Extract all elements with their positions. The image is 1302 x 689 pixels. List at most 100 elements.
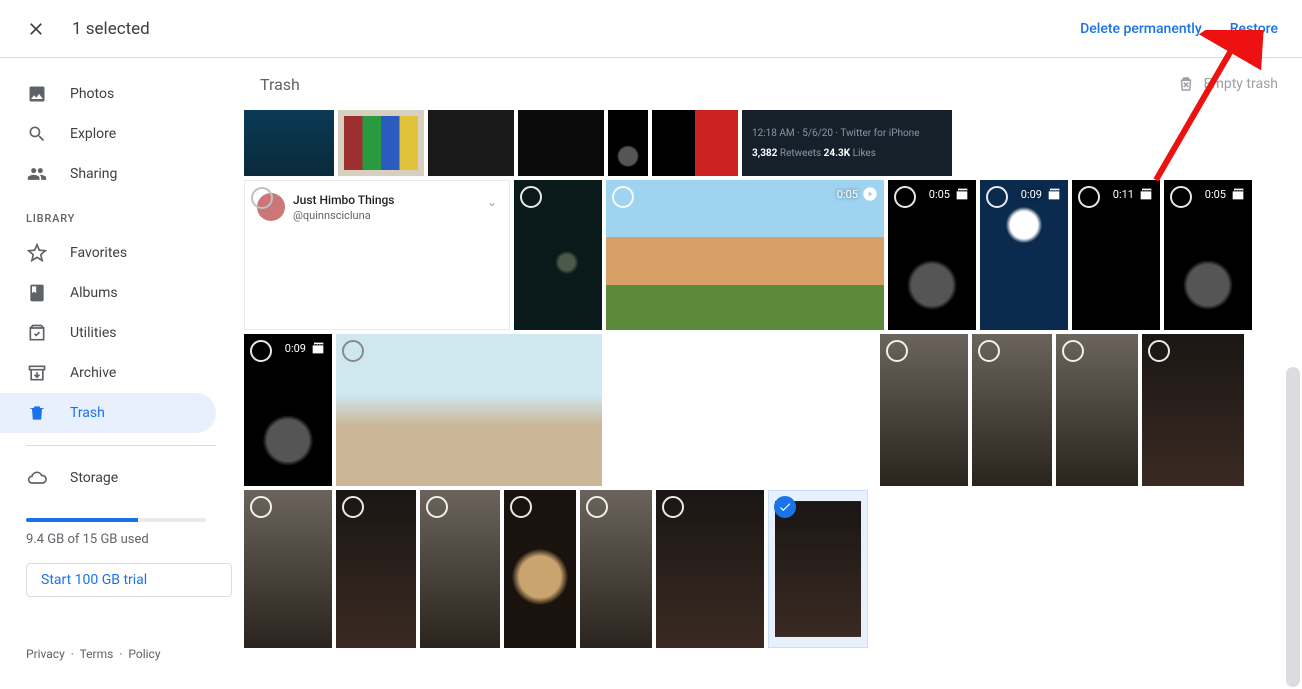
sidebar-item-label: Favorites <box>70 245 127 261</box>
tweet-meta: 12:18 AM · 5/6/20 · Twitter for iPhone <box>752 128 920 139</box>
policy-link[interactable]: Policy <box>128 647 160 661</box>
select-circle[interactable] <box>586 496 608 518</box>
chevron-down-icon: ⌄ <box>487 195 497 209</box>
photo-thumbnail[interactable] <box>608 110 648 176</box>
photo-thumbnail[interactable] <box>880 334 968 486</box>
select-circle[interactable] <box>250 496 272 518</box>
empty-trash-icon <box>1176 74 1196 94</box>
tweet-retweets-n: 3,382 <box>752 148 777 159</box>
photo-icon <box>26 83 48 105</box>
photo-thumbnail[interactable] <box>514 180 602 330</box>
video-badge: 0:05 <box>1205 186 1246 202</box>
select-circle[interactable] <box>510 496 532 518</box>
photo-thumbnail[interactable]: 0:05 <box>1164 180 1252 330</box>
sidebar-item-label: Albums <box>70 285 118 301</box>
scrollbar[interactable] <box>1286 118 1300 685</box>
sidebar-item-utilities[interactable]: Utilities <box>0 313 216 353</box>
sidebar-item-label: Archive <box>70 365 116 381</box>
select-circle[interactable] <box>978 340 1000 362</box>
select-circle[interactable] <box>894 186 916 208</box>
select-circle[interactable] <box>520 186 542 208</box>
selection-topbar: 1 selected Delete permanently Restore <box>0 0 1302 58</box>
search-icon <box>26 123 48 145</box>
select-circle[interactable] <box>1062 340 1084 362</box>
sidebar: Photos Explore Sharing LIBRARY Favorites… <box>0 58 232 689</box>
photo-thumbnail[interactable] <box>652 110 738 176</box>
photo-thumbnail[interactable] <box>420 490 500 648</box>
photo-thumbnail[interactable] <box>338 110 424 176</box>
select-circle-checked[interactable] <box>774 496 796 518</box>
photo-thumbnail[interactable] <box>244 110 334 176</box>
delete-permanently-button[interactable]: Delete permanently <box>1080 21 1202 37</box>
page-title: Trash <box>260 75 300 94</box>
people-icon <box>26 163 48 185</box>
photo-thumbnail[interactable]: 0:05 <box>606 180 884 330</box>
photo-thumbnail[interactable]: 0:11 <box>1072 180 1160 330</box>
select-circle[interactable] <box>886 340 908 362</box>
photo-thumbnail[interactable] <box>656 490 764 648</box>
photo-thumbnail[interactable] <box>580 490 652 648</box>
photo-thumbnail[interactable] <box>504 490 576 648</box>
video-badge: 0:05 <box>929 186 970 202</box>
storage-label: Storage <box>70 470 118 486</box>
select-circle[interactable] <box>342 340 364 362</box>
photo-thumbnail[interactable] <box>1142 334 1244 486</box>
photo-thumbnail[interactable]: 0:09 <box>980 180 1068 330</box>
photo-thumbnail[interactable] <box>336 334 602 486</box>
main-content: Trash Empty trash 12:18 AM · 5/6/20 · Tw… <box>232 58 1302 689</box>
video-badge: 0:09 <box>285 340 326 356</box>
sidebar-item-label: Sharing <box>70 166 117 182</box>
photo-grid[interactable]: 12:18 AM · 5/6/20 · Twitter for iPhone 3… <box>232 110 1302 689</box>
archive-icon <box>26 362 48 384</box>
storage-item[interactable]: Storage <box>0 458 216 498</box>
sidebar-item-label: Photos <box>70 86 114 102</box>
privacy-link[interactable]: Privacy <box>26 647 65 661</box>
sidebar-item-trash[interactable]: Trash <box>0 393 216 433</box>
photo-thumbnail[interactable]: 12:18 AM · 5/6/20 · Twitter for iPhone 3… <box>742 110 952 176</box>
photo-thumbnail[interactable] <box>1056 334 1138 486</box>
select-circle[interactable] <box>342 496 364 518</box>
select-circle[interactable] <box>986 186 1008 208</box>
sidebar-item-archive[interactable]: Archive <box>0 353 216 393</box>
selection-count: 1 selected <box>72 19 150 39</box>
photo-thumbnail[interactable] <box>606 334 876 486</box>
sidebar-item-favorites[interactable]: Favorites <box>0 233 216 273</box>
video-badge: 0:11 <box>1113 186 1154 202</box>
select-circle[interactable] <box>1170 186 1192 208</box>
photo-thumbnail[interactable] <box>972 334 1052 486</box>
photo-thumbnail[interactable]: 0:05 <box>888 180 976 330</box>
restore-button[interactable]: Restore <box>1230 21 1278 37</box>
photo-thumbnail[interactable] <box>244 490 332 648</box>
photo-thumbnail[interactable] <box>336 490 416 648</box>
select-circle[interactable] <box>1078 186 1100 208</box>
utilities-icon <box>26 322 48 344</box>
start-trial-button[interactable]: Start 100 GB trial <box>26 563 232 597</box>
select-circle[interactable] <box>662 496 684 518</box>
empty-trash-button[interactable]: Empty trash <box>1176 74 1278 94</box>
close-icon[interactable] <box>24 17 48 41</box>
select-circle[interactable] <box>250 340 272 362</box>
album-icon <box>26 282 48 304</box>
sidebar-item-photos[interactable]: Photos <box>0 74 216 114</box>
sidebar-item-label: Utilities <box>70 325 117 341</box>
video-badge: 0:05 <box>837 186 878 202</box>
photo-thumbnail-selected[interactable] <box>768 490 868 648</box>
select-circle[interactable] <box>251 187 273 209</box>
sidebar-item-sharing[interactable]: Sharing <box>0 154 216 194</box>
photo-thumbnail[interactable] <box>518 110 604 176</box>
photo-thumbnail[interactable]: Just Himbo Things @quinnscicluna ⌄ <box>244 180 510 330</box>
divider <box>26 445 216 446</box>
select-circle[interactable] <box>1148 340 1170 362</box>
video-badge: 0:09 <box>1021 186 1062 202</box>
trash-icon <box>26 402 48 424</box>
sidebar-item-explore[interactable]: Explore <box>0 114 216 154</box>
select-circle[interactable] <box>426 496 448 518</box>
sidebar-item-albums[interactable]: Albums <box>0 273 216 313</box>
terms-link[interactable]: Terms <box>80 647 114 661</box>
select-circle[interactable] <box>612 186 634 208</box>
storage-usage-text: 9.4 GB of 15 GB used <box>26 532 206 547</box>
sidebar-item-label: Explore <box>70 126 116 142</box>
tweet-likes-n: 24.3K <box>824 148 850 159</box>
photo-thumbnail[interactable] <box>428 110 514 176</box>
photo-thumbnail[interactable]: 0:09 <box>244 334 332 486</box>
